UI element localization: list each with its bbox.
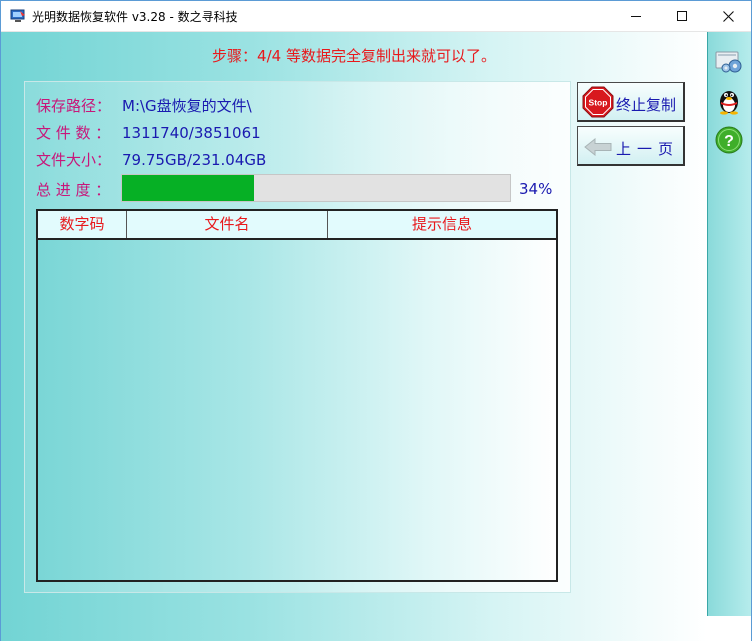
maximize-button[interactable]: [659, 1, 705, 31]
previous-page-label: 上一页: [616, 140, 680, 158]
file-size-row: 文件大小： 79.75GB/231.04GB: [36, 149, 266, 170]
save-path-label: 保存路径：: [36, 97, 112, 115]
svg-text:Stop: Stop: [589, 98, 608, 108]
close-icon: [722, 10, 734, 22]
app-monitor-icon: [10, 9, 25, 22]
progress-label: 总 进 度 ：: [36, 181, 111, 199]
column-header-filename[interactable]: 文件名: [127, 211, 328, 238]
column-header-code[interactable]: 数字码: [38, 211, 127, 238]
save-path-row: 保存路径： M:\G盘恢复的文件\: [36, 95, 252, 116]
side-toolbar: [707, 32, 751, 616]
file-size-value: 79.75GB/231.04GB: [122, 151, 267, 169]
title-bar: 光明数据恢复软件 v3.28 - 数之寻科技: [1, 1, 751, 32]
settings-gears-icon[interactable]: [714, 46, 744, 76]
file-size-label: 文件大小：: [36, 151, 112, 169]
save-path-value: M:\G盘恢复的文件\: [122, 97, 252, 115]
stop-sign-icon: Stop: [582, 86, 614, 118]
svg-text:?: ?: [724, 133, 734, 150]
app-window: 光明数据恢复软件 v3.28 - 数之寻科技 步骤：4/4 等数据完全复制出来就…: [0, 0, 752, 641]
progress-percent: 34%: [519, 180, 553, 198]
stop-copy-label: 终止复制: [616, 96, 677, 114]
help-question-icon[interactable]: ?: [714, 125, 744, 155]
back-arrow-icon: [584, 138, 612, 156]
file-count-value: 1311740/3851061: [122, 124, 261, 142]
window-title: 光明数据恢复软件 v3.28 - 数之寻科技: [32, 10, 238, 24]
stop-copy-button[interactable]: Stop 终止复制: [577, 82, 685, 122]
progress-bar: [121, 174, 511, 202]
side-toolbar-bottom: [707, 616, 751, 641]
close-button[interactable]: [705, 1, 751, 31]
progress-row: 总 进 度 ：: [36, 179, 122, 200]
previous-page-button[interactable]: 上一页: [577, 126, 685, 166]
step-instruction: 步骤：4/4 等数据完全复制出来就可以了。: [212, 47, 496, 65]
table-header: 数字码 文件名 提示信息: [38, 211, 556, 240]
minimize-button[interactable]: [613, 1, 659, 31]
file-count-row: 文 件 数 ： 1311740/3851061: [36, 122, 261, 143]
file-list-table[interactable]: 数字码 文件名 提示信息: [36, 209, 558, 582]
maximize-icon: [677, 11, 687, 21]
minimize-icon: [631, 15, 641, 17]
column-header-message[interactable]: 提示信息: [328, 211, 556, 238]
progress-bar-fill: [122, 175, 254, 201]
qq-penguin-icon[interactable]: [714, 85, 744, 115]
file-count-label: 文 件 数 ：: [36, 124, 111, 142]
